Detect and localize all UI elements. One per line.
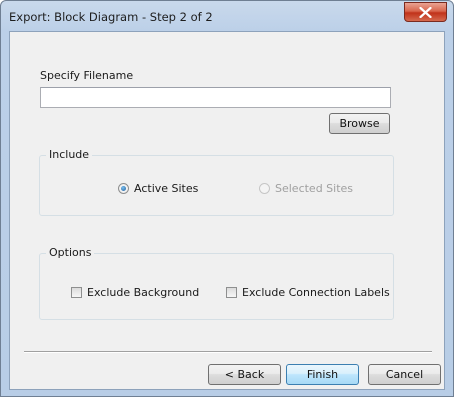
window-title: Export: Block Diagram - Step 2 of 2 <box>9 10 213 24</box>
active-sites-label: Active Sites <box>134 182 199 195</box>
selected-sites-label: Selected Sites <box>275 182 354 195</box>
filename-label: Specify Filename <box>40 69 134 82</box>
close-button[interactable] <box>404 2 447 22</box>
selected-sites-radio: Selected Sites <box>259 182 353 195</box>
exclude-background-checkbox[interactable]: Exclude Background <box>71 286 199 299</box>
include-group-title: Include <box>46 148 93 161</box>
exclude-background-label: Exclude Background <box>87 286 200 299</box>
close-icon <box>419 7 432 18</box>
footer-separator <box>24 351 432 353</box>
back-button[interactable]: < Back <box>208 364 281 385</box>
exclude-connection-labels-label: Exclude Connection Labels <box>242 286 390 299</box>
cancel-button[interactable]: Cancel <box>368 364 441 385</box>
active-sites-radio-indicator[interactable] <box>118 183 129 194</box>
exclude-connection-labels-checkbox[interactable]: Exclude Connection Labels <box>226 286 390 299</box>
options-group: Options Exclude Background Exclude Conne… <box>39 246 394 320</box>
selected-sites-radio-indicator <box>259 183 270 194</box>
finish-button[interactable]: Finish <box>286 364 359 385</box>
dialog-content: Specify Filename Browse Include Active S… <box>9 31 445 390</box>
active-sites-radio[interactable]: Active Sites <box>118 182 198 195</box>
export-dialog-window: Export: Block Diagram - Step 2 of 2 Spec… <box>0 0 454 397</box>
filename-input[interactable] <box>40 87 391 108</box>
browse-button[interactable]: Browse <box>329 113 390 134</box>
include-group: Include Active Sites Selected Sites <box>39 148 394 216</box>
exclude-connection-labels-checkbox-box[interactable] <box>226 287 237 298</box>
title-bar[interactable]: Export: Block Diagram - Step 2 of 2 <box>1 1 453 31</box>
exclude-background-checkbox-box[interactable] <box>71 287 82 298</box>
options-group-title: Options <box>46 246 95 259</box>
